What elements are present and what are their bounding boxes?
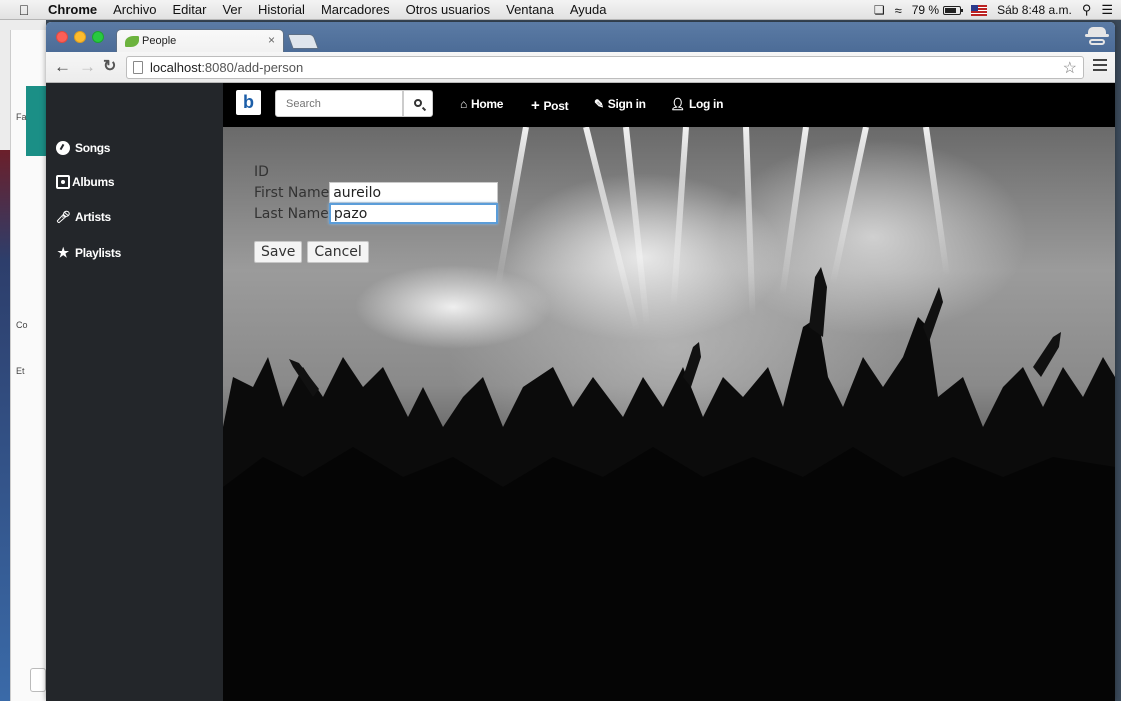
url-host: localhost (150, 60, 202, 75)
browser-window: People × ← → ↻ localhost:8080/add-person… (46, 22, 1115, 701)
browser-toolbar: ← → ↻ localhost:8080/add-person ☆ (46, 52, 1115, 83)
page-icon (133, 61, 143, 74)
nav-link-label: Sign in (607, 97, 646, 111)
address-bar[interactable]: localhost:8080/add-person ☆ (126, 56, 1084, 79)
search-icon (414, 99, 422, 107)
menu-ver[interactable]: Ver (222, 2, 242, 17)
plus-icon: + (531, 97, 540, 114)
search-button[interactable] (403, 90, 433, 117)
notification-center-icon[interactable]: ☰ (1101, 2, 1113, 18)
apple-icon[interactable]:  (14, 2, 34, 18)
sidebar-item-label: Albums (72, 175, 115, 189)
cancel-button[interactable]: Cancel (307, 241, 369, 263)
sidebar-item-label: Artists (75, 210, 111, 224)
web-page: Songs Albums 🎤︎ Artists ★ Playlists b ⌂ (46, 83, 1115, 701)
nav-link-label: Post (543, 98, 569, 113)
nav-link-label: Log in (688, 97, 724, 111)
user-icon: 👤︎ (670, 97, 685, 111)
zoom-window-button[interactable] (92, 31, 104, 43)
mac-menu-bar:  Chrome Archivo Editar Ver Historial Ma… (0, 0, 1121, 20)
nav-sign-in-link[interactable]: ✎ Sign in (594, 97, 646, 111)
edit-icon: ✎ (594, 97, 604, 111)
concert-background-image: ID First Name Last Name Save Cancel (223, 127, 1115, 701)
sidebar-item-playlists[interactable]: ★ Playlists (56, 245, 121, 260)
background-window-label: Fa (16, 112, 27, 122)
screen-mirror-icon[interactable]: ❏ (874, 3, 885, 17)
menu-marcadores[interactable]: Marcadores (321, 2, 390, 17)
battery-percent[interactable]: 79 % (912, 3, 939, 17)
chrome-menu-icon[interactable] (1093, 59, 1107, 74)
wifi-icon[interactable]: ≈ (895, 3, 902, 18)
input-source-flag-icon[interactable] (971, 4, 988, 16)
leaf-favicon-icon (125, 36, 139, 47)
sidebar-item-label: Playlists (75, 246, 121, 260)
forward-arrow-icon[interactable]: → (79, 58, 96, 76)
incognito-icon (1085, 26, 1109, 48)
first-name-field[interactable] (329, 182, 499, 203)
sidebar-item-artists[interactable]: 🎤︎ Artists (55, 210, 112, 224)
top-navbar: b ⌂ Home + Post ✎ Sign in 👤︎ Log in (223, 83, 1115, 127)
microphone-icon: 🎤︎ (55, 210, 71, 224)
search-input[interactable] (275, 90, 403, 117)
menu-otros-usuarios[interactable]: Otros usuarios (406, 2, 491, 17)
menu-clock[interactable]: Sáb 8:48 a.m. (997, 3, 1072, 17)
background-window-accent (26, 86, 46, 156)
back-arrow-icon[interactable]: ← (54, 58, 71, 76)
menu-ventana[interactable]: Ventana (506, 2, 554, 17)
close-window-button[interactable] (56, 31, 68, 43)
reload-icon[interactable]: ↻ (103, 58, 116, 76)
browser-titlebar: People × (46, 22, 1115, 53)
url-path: :8080/add-person (201, 60, 304, 75)
last-name-label: Last Name (254, 205, 329, 222)
bookmark-star-icon[interactable]: ☆ (1063, 58, 1077, 78)
last-name-field[interactable] (328, 203, 498, 224)
id-row: ID (254, 161, 498, 182)
star-icon: ★ (57, 245, 69, 260)
address-url[interactable]: localhost:8080/add-person (150, 60, 303, 75)
desktop-wallpaper-lower (0, 260, 10, 701)
nav-link-label: Home (470, 97, 504, 111)
first-name-row: First Name (254, 182, 499, 203)
browser-tab[interactable]: People × (116, 29, 284, 53)
first-name-label: First Name (254, 184, 330, 201)
sidebar-item-label: Songs (75, 141, 111, 155)
add-person-form: ID First Name Last Name Save Cancel (254, 161, 499, 263)
spotlight-search-icon[interactable]: ⚲ (1082, 2, 1092, 18)
brand-logo[interactable]: b (236, 90, 261, 115)
sidebar: Songs Albums 🎤︎ Artists ★ Playlists (46, 83, 223, 701)
desktop-wallpaper (0, 150, 10, 260)
music-disc-icon (56, 141, 70, 155)
album-icon (56, 175, 70, 189)
new-tab-button[interactable] (287, 34, 319, 49)
menu-editar[interactable]: Editar (172, 2, 206, 17)
save-button[interactable]: Save (254, 241, 303, 263)
background-window-control (30, 668, 46, 692)
nav-log-in-link[interactable]: 👤︎ Log in (670, 97, 723, 111)
background-window-label: Co (16, 320, 28, 330)
menu-app-name[interactable]: Chrome (48, 2, 97, 17)
background-window: Fa Co Et (0, 20, 50, 701)
home-icon: ⌂ (460, 97, 467, 111)
nav-home-link[interactable]: ⌂ Home (460, 97, 503, 111)
menu-historial[interactable]: Historial (258, 2, 305, 17)
minimize-window-button[interactable] (74, 31, 86, 43)
battery-icon[interactable] (943, 5, 964, 15)
sidebar-item-songs[interactable]: Songs (56, 141, 110, 155)
menu-archivo[interactable]: Archivo (113, 2, 156, 17)
background-window-label: Et (16, 366, 25, 376)
sidebar-item-albums[interactable]: Albums (56, 175, 115, 189)
last-name-row: Last Name (254, 203, 498, 224)
nav-post-link[interactable]: + Post (531, 97, 569, 114)
menu-ayuda[interactable]: Ayuda (570, 2, 607, 17)
id-label: ID (254, 163, 269, 180)
tab-close-icon[interactable]: × (268, 33, 275, 47)
tab-title: People (142, 35, 177, 47)
